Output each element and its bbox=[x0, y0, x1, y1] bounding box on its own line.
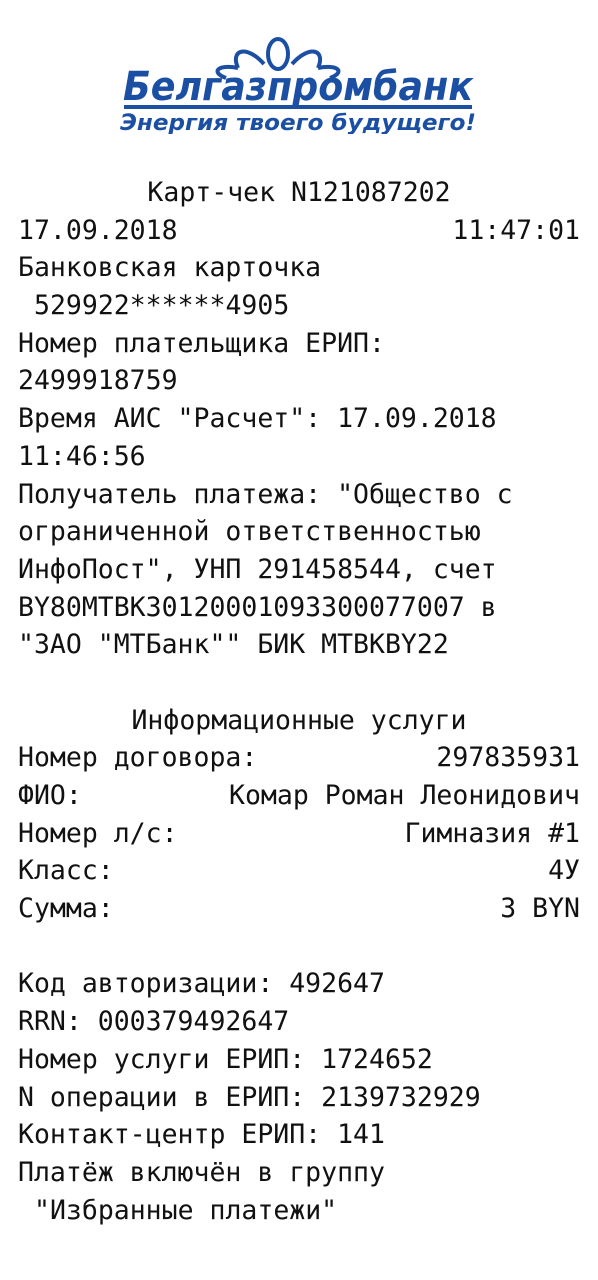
detail-row-amount: Сумма: 3 BYN bbox=[18, 890, 580, 928]
recipient-line: ИнфоПост", УНП 291458544, счет bbox=[18, 553, 497, 585]
detail-value: 4У bbox=[548, 855, 580, 887]
detail-row-class: Класс: 4У bbox=[18, 852, 580, 890]
belgazprombank-logo: Белгазпромбанк Энергия твоего будущего! bbox=[120, 37, 476, 134]
detail-row-name: ФИО: Комар Роман Леонидович bbox=[18, 777, 580, 815]
payer-label: Номер плательщика ЕРИП: bbox=[18, 327, 385, 359]
group-note: Платёж включён в группу bbox=[18, 1156, 385, 1188]
detail-label: Сумма: bbox=[18, 893, 114, 925]
recipient-line: ограниченной ответственностью bbox=[18, 516, 481, 548]
detail-value: 3 BYN bbox=[500, 893, 580, 925]
card-label: Банковская карточка bbox=[18, 252, 322, 284]
recipient-line: Получатель платежа: "Общество с bbox=[18, 478, 513, 510]
detail-label: Класс: bbox=[18, 855, 114, 887]
recipient-line: "ЗАО "МТБанк"" БИК MTBKBY22 bbox=[18, 629, 449, 661]
service-title: Информационные услуги bbox=[131, 704, 467, 736]
ais-time-cont: 11:46:56 bbox=[18, 440, 146, 472]
rrn: RRN: 000379492647 bbox=[18, 1006, 290, 1038]
detail-label: Номер договора: bbox=[18, 742, 258, 774]
receipt: Карт-чек N121087202 17.09.2018 11:47:01 … bbox=[18, 174, 580, 1229]
detail-label: Номер л/с: bbox=[18, 817, 178, 849]
erip-service-number: Номер услуги ЕРИП: 1724652 bbox=[18, 1043, 433, 1075]
detail-value: Гимназия #1 bbox=[404, 817, 581, 849]
erip-operation-number: N операции в ЕРИП: 2139732929 bbox=[18, 1081, 481, 1113]
date-time-row: 17.09.2018 11:47:01 bbox=[18, 212, 580, 250]
receipt-time: 11:47:01 bbox=[452, 214, 580, 246]
receipt-header: Карт-чек N121087202 bbox=[147, 177, 451, 208]
detail-row-contract: Номер договора: 297835931 bbox=[18, 739, 580, 777]
detail-label: ФИО: bbox=[18, 780, 82, 811]
logo-slogan: Энергия твоего будущего! bbox=[120, 111, 476, 134]
detail-value: Комар Роман Леонидович bbox=[229, 780, 580, 811]
recipient-line: BY80MTBK30120001093300077007 в bbox=[18, 591, 497, 623]
favorites-group: "Избранные платежи" bbox=[34, 1194, 338, 1226]
ais-time-line: Время АИС "Расчет": 17.09.2018 bbox=[18, 403, 497, 435]
detail-row-account: Номер л/с: Гимназия #1 bbox=[18, 815, 580, 853]
payer-number: 2499918759 bbox=[18, 365, 178, 397]
auth-code: Код авторизации: 492647 bbox=[18, 968, 385, 1000]
erip-contact-center: Контакт-центр ЕРИП: 141 bbox=[18, 1119, 385, 1151]
detail-value: 297835931 bbox=[436, 742, 580, 774]
card-number: 529922******4905 bbox=[34, 290, 290, 322]
logo-brand-text: Белгазпромбанк bbox=[123, 64, 474, 110]
receipt-date: 17.09.2018 bbox=[18, 214, 178, 246]
